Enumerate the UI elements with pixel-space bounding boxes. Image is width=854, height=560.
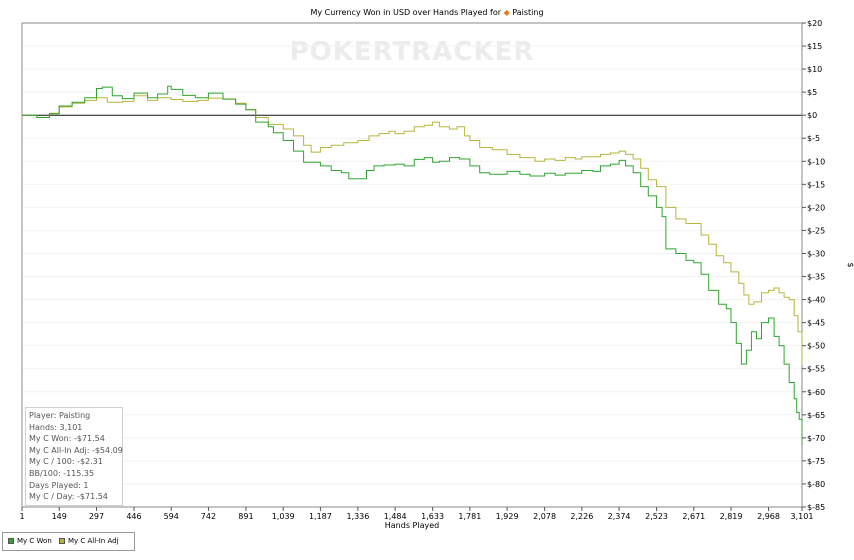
- x-tick-label: 1,039: [272, 512, 295, 521]
- y-tick-label: $-15: [807, 180, 825, 189]
- x-tick-label: 891: [238, 512, 253, 521]
- x-tick-label: 3,101: [791, 512, 814, 521]
- y-axis-title: $: [846, 262, 854, 267]
- chart-title-prefix: My Currency Won in USD over Hands Played…: [310, 8, 503, 17]
- y-tick-label: $5: [807, 88, 817, 97]
- x-tick-label: 2,374: [608, 512, 631, 521]
- y-tick-label: $-25: [807, 226, 825, 235]
- x-tick-label: 297: [89, 512, 104, 521]
- y-tick-label: $-80: [807, 480, 825, 489]
- stats-won: My C Won: -$71.54: [29, 434, 105, 444]
- y-tick-label: $-30: [807, 249, 825, 258]
- x-tick-label: 2,226: [570, 512, 593, 521]
- stats-per-day: My C / Day: -$71.54: [29, 492, 108, 502]
- x-tick-label: 1: [19, 512, 24, 521]
- x-tick-label: 1,929: [496, 512, 519, 521]
- stats-box: Player: Paisting Hands: 3,101 My C Won: …: [25, 407, 123, 506]
- y-tick-label: $-75: [807, 457, 825, 466]
- x-tick-label: 2,819: [720, 512, 743, 521]
- y-tick-label: $-85: [807, 503, 825, 512]
- x-axis-title: Hands Played: [385, 521, 439, 530]
- legend-item-won[interactable]: My C Won: [8, 537, 52, 545]
- y-tick-label: $20: [807, 19, 822, 28]
- x-tick-label: 2,078: [533, 512, 556, 521]
- y-tick-label: $0: [807, 111, 817, 120]
- series-line-my-c-won: [22, 85, 803, 445]
- y-tick-label: $-70: [807, 434, 825, 443]
- chart-title-player: Paisting: [510, 8, 544, 17]
- chart-legend: My C Won My C All-In Adj: [2, 532, 135, 551]
- x-tick-label: 1,484: [384, 512, 407, 521]
- legend-label-won: My C Won: [17, 537, 52, 545]
- x-tick-label: 2,671: [682, 512, 705, 521]
- x-tick-label: 2,968: [757, 512, 780, 521]
- watermark-text: POKERTRACKER: [290, 37, 535, 67]
- stats-bb-100: BB/100: -115.35: [29, 468, 95, 478]
- y-tick-label: $15: [807, 42, 822, 51]
- y-tick-label: $-40: [807, 296, 825, 305]
- y-tick-label: $-20: [807, 203, 825, 212]
- stats-allin-adj: My C All-In Adj: -$54.09: [29, 445, 123, 455]
- y-tick-label: $-10: [807, 157, 825, 166]
- x-tick-label: 1,187: [309, 512, 332, 521]
- x-tick-label: 149: [52, 512, 67, 521]
- y-tick-label: $-55: [807, 365, 825, 374]
- stats-hands: Hands: 3,101: [29, 422, 83, 432]
- x-tick-label: 1,336: [346, 512, 369, 521]
- legend-label-allin: My C All-In Adj: [68, 537, 119, 545]
- stats-days-played: Days Played: 1: [29, 480, 89, 490]
- y-tick-label: $-60: [807, 388, 825, 397]
- y-tick-label: $-5: [807, 134, 820, 143]
- x-tick-label: 742: [201, 512, 216, 521]
- legend-swatch-allin: [59, 538, 65, 544]
- x-tick-label: 1,781: [458, 512, 481, 521]
- pokertracker-watermark: POKERTRACKER: [290, 37, 535, 67]
- y-tick-label: $10: [807, 65, 822, 74]
- x-tick-label: 2,523: [645, 512, 668, 521]
- legend-swatch-won: [8, 538, 14, 544]
- chart-title-text: My Currency Won in USD over Hands Played…: [310, 8, 543, 17]
- chart-title: My Currency Won in USD over Hands Played…: [310, 8, 543, 17]
- y-tick-label: $-35: [807, 273, 825, 282]
- chart-canvas: My Currency Won in USD over Hands Played…: [19, 8, 854, 530]
- x-tick-label: 446: [126, 512, 141, 521]
- x-tick-label: 594: [164, 512, 179, 521]
- y-tick-label: $-50: [807, 342, 825, 351]
- y-tick-label: $-65: [807, 411, 825, 420]
- x-tick-label: 1,633: [421, 512, 444, 521]
- stats-per-100: My C / 100: -$2.31: [29, 457, 103, 467]
- legend-item-allin[interactable]: My C All-In Adj: [59, 537, 119, 545]
- stats-player: Player: Paisting: [29, 411, 91, 420]
- y-tick-label: $-45: [807, 319, 825, 328]
